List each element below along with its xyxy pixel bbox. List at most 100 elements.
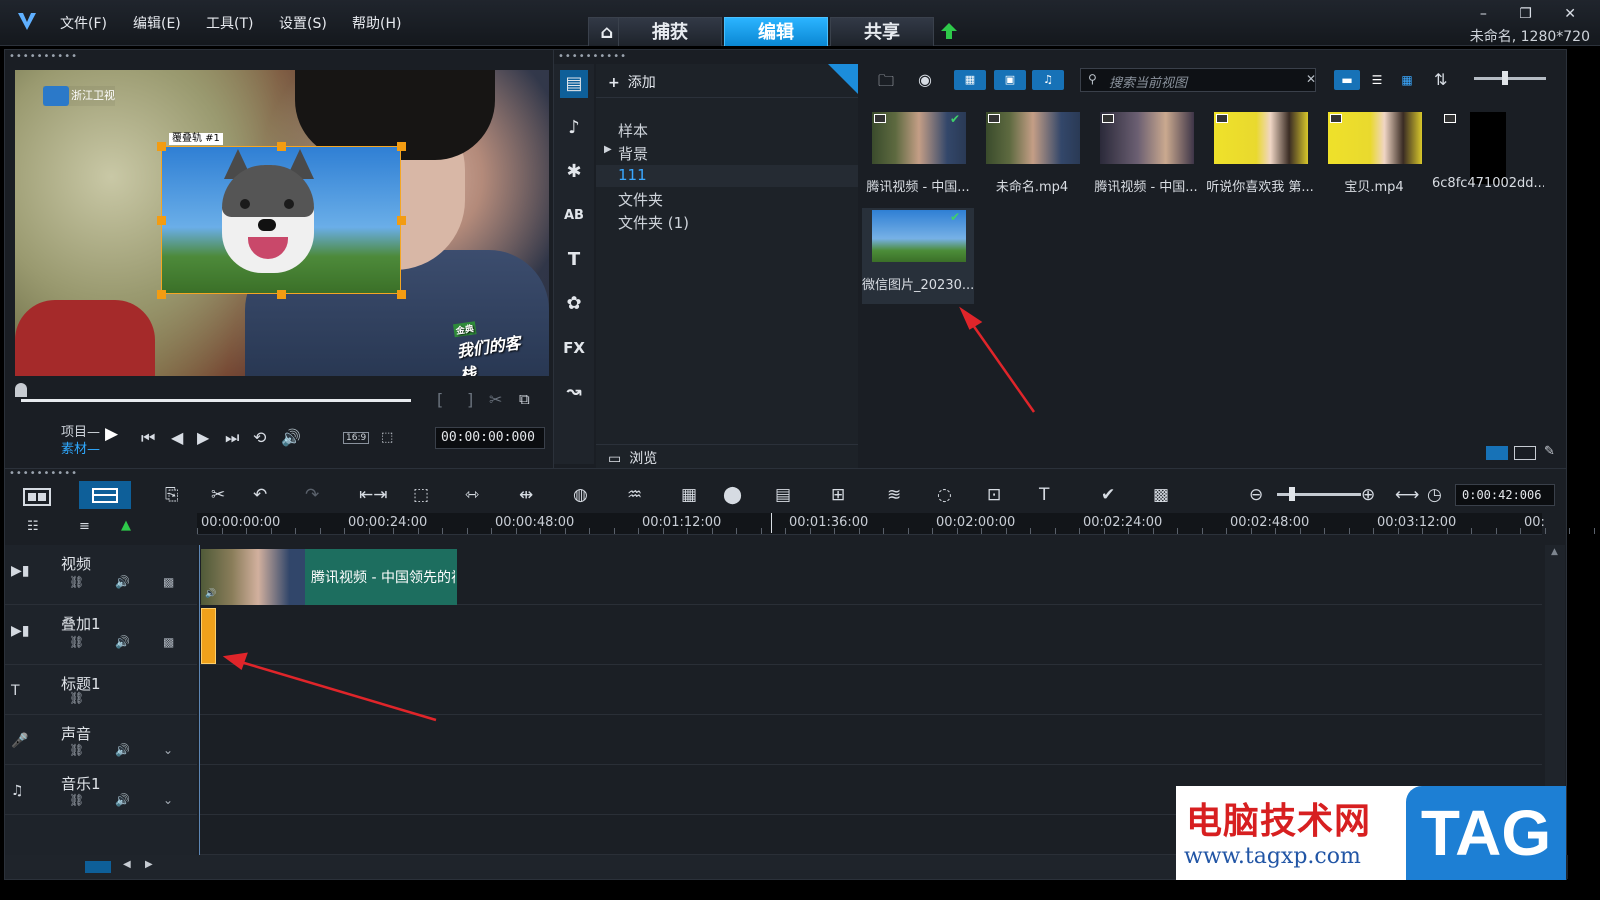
grid-view-icon[interactable]: ▦ <box>1394 70 1420 90</box>
library-thumbnail[interactable]: 宝贝.mp4 <box>1318 110 1430 206</box>
resize-handle[interactable] <box>397 216 406 225</box>
menu-settings[interactable]: 设置(S) <box>279 13 327 33</box>
layout-alt-icon[interactable] <box>1514 446 1536 460</box>
expand-icon[interactable]: ⌄ <box>163 793 173 807</box>
storyboard-view-icon[interactable] <box>19 483 55 509</box>
timeline-zoom-knob[interactable] <box>1289 487 1295 501</box>
zoom-in-icon[interactable]: ⊕ <box>1361 485 1375 505</box>
record-icon[interactable]: ◍ <box>573 485 588 505</box>
title-track-lane[interactable] <box>199 665 1542 715</box>
scrubber-bar[interactable] <box>21 399 411 402</box>
player-timecode[interactable]: 00:00:00:000 <box>435 427 545 449</box>
mute-icon[interactable]: 🔊 <box>115 793 130 807</box>
chapter-icon[interactable]: ≡ <box>79 519 90 534</box>
insert-icon[interactable]: ⎘ <box>165 485 179 505</box>
edit-icon[interactable]: ✎ <box>1544 444 1555 459</box>
title-template-icon[interactable]: AB <box>560 202 588 230</box>
search-input[interactable]: 搜索当前视图 <box>1080 68 1316 92</box>
redo-icon[interactable]: ↷ <box>305 485 319 505</box>
resize-handle[interactable] <box>157 290 166 299</box>
menu-edit[interactable]: 编辑(E) <box>133 13 181 33</box>
show-audio-icon[interactable]: ♫ <box>1032 70 1064 90</box>
trim-icon[interactable]: ⇹ <box>519 485 533 505</box>
tab-edit[interactable]: 编辑 <box>724 17 828 46</box>
expand-icon[interactable]: ⌄ <box>163 743 173 757</box>
import-folder-icon[interactable]: 🗀 <box>878 70 894 97</box>
thumbnail-view-icon[interactable]: ▬ <box>1334 70 1360 90</box>
timeline-view-icon[interactable] <box>79 481 131 509</box>
layout-icon[interactable] <box>1486 446 1508 460</box>
menu-file[interactable]: 文件(F) <box>60 13 107 33</box>
mask-icon[interactable]: ✔ <box>1101 485 1115 505</box>
preview-window[interactable]: 浙江卫视 金典 我们的客栈 覆叠轨 #1 <box>15 70 549 376</box>
play-button[interactable]: ▶ <box>105 424 131 450</box>
subtitle-icon[interactable]: ▤ <box>775 485 791 505</box>
mute-icon[interactable]: 🔊 <box>115 575 130 589</box>
scroll-right-icon[interactable]: ▶ <box>145 859 153 870</box>
folder-item[interactable]: 文件夹 <box>618 189 663 210</box>
pin-icon[interactable] <box>828 64 858 94</box>
mark-out-button[interactable]: ] <box>467 390 473 409</box>
ripple-edit-icon[interactable]: ▩ <box>163 575 174 589</box>
ripple-icon[interactable]: ⇿ <box>465 485 479 505</box>
motion-icon[interactable]: ⬤ <box>723 485 742 505</box>
resize-handle[interactable] <box>397 290 406 299</box>
path-icon[interactable]: ↝ <box>560 378 588 406</box>
split-clip-icon[interactable]: ✂ <box>489 390 502 409</box>
instant-project-icon[interactable]: ♪ <box>560 114 588 142</box>
previous-frame-icon[interactable]: ◀ <box>171 428 183 447</box>
multicam-icon[interactable]: ⊞ <box>831 485 845 505</box>
folder-item[interactable]: 样本 <box>618 120 648 141</box>
upload-icon[interactable] <box>940 22 958 40</box>
track-add-icon[interactable] <box>85 861 111 873</box>
scroll-up-icon[interactable]: ▲ <box>1551 547 1558 557</box>
media-icon[interactable]: ▤ <box>560 70 588 98</box>
folder-item[interactable]: 文件夹 (1) <box>618 212 689 233</box>
link-icon[interactable]: ⛓ <box>69 575 84 589</box>
folder-item[interactable]: 111 <box>618 166 647 184</box>
link-icon[interactable]: ⛓ <box>69 691 84 705</box>
library-thumbnail[interactable]: 听说你喜欢我 第... <box>1204 110 1316 206</box>
repeat-icon[interactable]: ⟲ <box>253 428 266 447</box>
video-clip[interactable]: 腾讯视频 - 中国领先的视 🔊 <box>201 549 457 605</box>
pan-zoom-icon[interactable]: ⊡ <box>987 485 1001 505</box>
sort-icon[interactable]: ⇅ <box>1434 70 1447 89</box>
add-folder-button[interactable]: + 添加 <box>596 64 858 98</box>
volume-icon[interactable]: 🔊 <box>281 428 301 447</box>
go-to-end-icon[interactable]: ⏭ <box>225 428 239 448</box>
tab-capture[interactable]: 捕获 <box>618 17 722 46</box>
resize-handle[interactable] <box>277 142 286 151</box>
next-frame-icon[interactable]: ▶ <box>197 428 209 447</box>
overlay-track-lane[interactable] <box>199 605 1542 665</box>
link-icon[interactable]: ⛓ <box>69 743 84 757</box>
clear-search-icon[interactable]: ✕ <box>1306 72 1316 86</box>
fit-project-icon[interactable]: ⟷ <box>1395 485 1419 505</box>
folder-item[interactable]: 背景 <box>618 143 648 164</box>
zoom-out-icon[interactable]: ⊖ <box>1249 485 1263 505</box>
panel-grip[interactable]: •••••••••• <box>558 52 627 62</box>
scroll-left-icon[interactable]: ◀ <box>123 859 131 870</box>
resize-handle[interactable] <box>277 290 286 299</box>
window-controls[interactable]: – ❐ ✕ <box>1480 6 1590 22</box>
transition-icon[interactable]: ✱ <box>560 158 588 186</box>
library-thumbnail[interactable]: 腾讯视频 - 中国... <box>1090 110 1202 206</box>
mode-clip[interactable]: 素材— <box>61 438 100 457</box>
thumbnail-size-knob[interactable] <box>1502 71 1508 85</box>
tab-share[interactable]: 共享 <box>830 17 934 46</box>
fit-timeline-icon[interactable]: ⇤⇥ <box>359 485 388 505</box>
snapshot-icon[interactable]: ⬚ <box>413 485 429 505</box>
thumbnail-size-slider[interactable] <box>1474 77 1546 80</box>
ripple-edit-icon[interactable]: ▩ <box>163 635 174 649</box>
show-video-icon[interactable]: ▦ <box>954 70 986 90</box>
speed-icon[interactable]: ≋ <box>887 485 901 505</box>
title-3d-icon[interactable]: T <box>1039 485 1049 505</box>
library-thumbnail[interactable]: ✔ 腾讯视频 - 中国... <box>862 110 974 206</box>
add-marker-icon[interactable]: ▲ <box>121 518 131 533</box>
resize-handle[interactable] <box>397 142 406 151</box>
voice-track-lane[interactable] <box>199 715 1542 765</box>
audio-mixer-icon[interactable]: ♒ <box>627 485 642 505</box>
graphics-icon[interactable]: ✿ <box>560 290 588 318</box>
mute-icon[interactable]: 🔊 <box>115 635 130 649</box>
video-track-lane[interactable]: 腾讯视频 - 中国领先的视 🔊 <box>199 545 1542 605</box>
mute-icon[interactable]: 🔊 <box>115 743 130 757</box>
